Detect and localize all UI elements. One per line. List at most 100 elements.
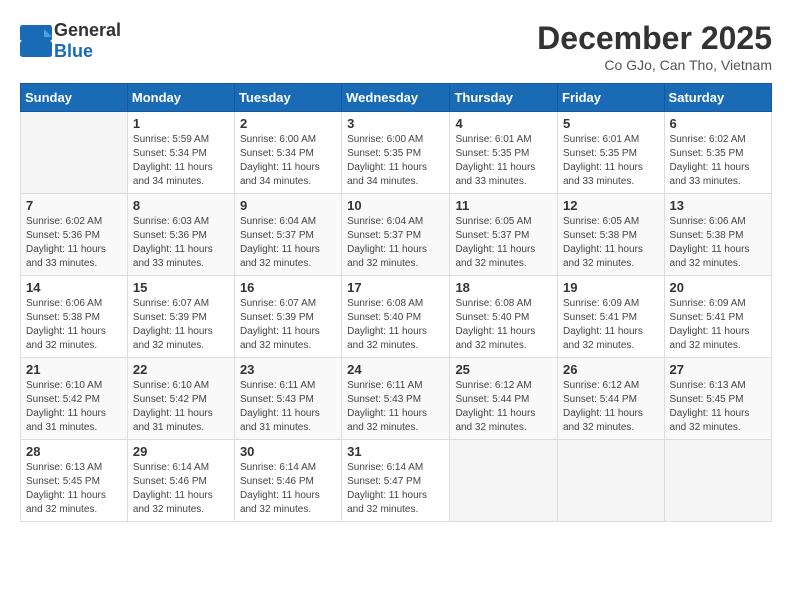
sunset-text: Sunset: 5:37 PM [347, 230, 421, 241]
calendar-header-row: Sunday Monday Tuesday Wednesday Thursday… [21, 84, 772, 112]
day-info: Sunrise: 6:01 AM Sunset: 5:35 PM Dayligh… [455, 133, 552, 189]
day-number: 24 [347, 362, 444, 377]
day-info: Sunrise: 6:08 AM Sunset: 5:40 PM Dayligh… [455, 297, 552, 353]
sunrise-text: Sunrise: 6:12 AM [455, 380, 531, 391]
logo-blue-text: Blue [54, 41, 93, 61]
day-number: 11 [455, 198, 552, 213]
sunset-text: Sunset: 5:36 PM [26, 230, 100, 241]
sunset-text: Sunset: 5:38 PM [670, 230, 744, 241]
day-info: Sunrise: 6:12 AM Sunset: 5:44 PM Dayligh… [563, 379, 659, 435]
sunrise-text: Sunrise: 6:10 AM [26, 380, 102, 391]
calendar-cell: 21 Sunrise: 6:10 AM Sunset: 5:42 PM Dayl… [21, 358, 128, 440]
sunset-text: Sunset: 5:39 PM [240, 312, 314, 323]
day-number: 27 [670, 362, 766, 377]
calendar-cell: 13 Sunrise: 6:06 AM Sunset: 5:38 PM Dayl… [664, 194, 771, 276]
daylight-text: Daylight: 11 hours and 32 minutes. [133, 490, 213, 515]
day-info: Sunrise: 6:00 AM Sunset: 5:34 PM Dayligh… [240, 133, 336, 189]
day-number: 31 [347, 444, 444, 459]
sunset-text: Sunset: 5:40 PM [455, 312, 529, 323]
calendar-cell [450, 440, 558, 522]
day-number: 22 [133, 362, 229, 377]
calendar-table: Sunday Monday Tuesday Wednesday Thursday… [20, 83, 772, 522]
sunset-text: Sunset: 5:38 PM [563, 230, 637, 241]
day-info: Sunrise: 6:09 AM Sunset: 5:41 PM Dayligh… [670, 297, 766, 353]
daylight-text: Daylight: 11 hours and 32 minutes. [240, 326, 320, 351]
daylight-text: Daylight: 11 hours and 32 minutes. [455, 244, 535, 269]
sunrise-text: Sunrise: 6:07 AM [240, 298, 316, 309]
sunrise-text: Sunrise: 6:13 AM [670, 380, 746, 391]
calendar-cell: 8 Sunrise: 6:03 AM Sunset: 5:36 PM Dayli… [127, 194, 234, 276]
day-number: 17 [347, 280, 444, 295]
daylight-text: Daylight: 11 hours and 32 minutes. [670, 244, 750, 269]
sunrise-text: Sunrise: 5:59 AM [133, 134, 209, 145]
day-number: 12 [563, 198, 659, 213]
day-number: 9 [240, 198, 336, 213]
day-info: Sunrise: 6:02 AM Sunset: 5:36 PM Dayligh… [26, 215, 122, 271]
sunset-text: Sunset: 5:42 PM [133, 394, 207, 405]
daylight-text: Daylight: 11 hours and 32 minutes. [133, 326, 213, 351]
sunrise-text: Sunrise: 6:04 AM [347, 216, 423, 227]
day-info: Sunrise: 5:59 AM Sunset: 5:34 PM Dayligh… [133, 133, 229, 189]
calendar-cell: 6 Sunrise: 6:02 AM Sunset: 5:35 PM Dayli… [664, 112, 771, 194]
sunset-text: Sunset: 5:43 PM [240, 394, 314, 405]
day-info: Sunrise: 6:06 AM Sunset: 5:38 PM Dayligh… [26, 297, 122, 353]
sunrise-text: Sunrise: 6:05 AM [455, 216, 531, 227]
daylight-text: Daylight: 11 hours and 31 minutes. [133, 408, 213, 433]
day-info: Sunrise: 6:13 AM Sunset: 5:45 PM Dayligh… [26, 461, 122, 517]
sunrise-text: Sunrise: 6:09 AM [563, 298, 639, 309]
sunrise-text: Sunrise: 6:09 AM [670, 298, 746, 309]
day-number: 7 [26, 198, 122, 213]
calendar-cell: 16 Sunrise: 6:07 AM Sunset: 5:39 PM Dayl… [234, 276, 341, 358]
calendar-cell: 27 Sunrise: 6:13 AM Sunset: 5:45 PM Dayl… [664, 358, 771, 440]
daylight-text: Daylight: 11 hours and 33 minutes. [26, 244, 106, 269]
day-info: Sunrise: 6:01 AM Sunset: 5:35 PM Dayligh… [563, 133, 659, 189]
day-number: 23 [240, 362, 336, 377]
logo-general-text: General [54, 20, 121, 40]
day-number: 19 [563, 280, 659, 295]
daylight-text: Daylight: 11 hours and 32 minutes. [563, 408, 643, 433]
daylight-text: Daylight: 11 hours and 31 minutes. [240, 408, 320, 433]
daylight-text: Daylight: 11 hours and 32 minutes. [670, 408, 750, 433]
calendar-cell: 23 Sunrise: 6:11 AM Sunset: 5:43 PM Dayl… [234, 358, 341, 440]
calendar-cell: 2 Sunrise: 6:00 AM Sunset: 5:34 PM Dayli… [234, 112, 341, 194]
sunrise-text: Sunrise: 6:14 AM [240, 462, 316, 473]
sunrise-text: Sunrise: 6:06 AM [26, 298, 102, 309]
sunrise-text: Sunrise: 6:00 AM [347, 134, 423, 145]
day-info: Sunrise: 6:06 AM Sunset: 5:38 PM Dayligh… [670, 215, 766, 271]
calendar-cell: 11 Sunrise: 6:05 AM Sunset: 5:37 PM Dayl… [450, 194, 558, 276]
day-info: Sunrise: 6:05 AM Sunset: 5:38 PM Dayligh… [563, 215, 659, 271]
day-info: Sunrise: 6:02 AM Sunset: 5:35 PM Dayligh… [670, 133, 766, 189]
daylight-text: Daylight: 11 hours and 33 minutes. [133, 244, 213, 269]
month-title: December 2025 [537, 20, 772, 57]
day-info: Sunrise: 6:08 AM Sunset: 5:40 PM Dayligh… [347, 297, 444, 353]
calendar-cell: 7 Sunrise: 6:02 AM Sunset: 5:36 PM Dayli… [21, 194, 128, 276]
calendar-cell: 30 Sunrise: 6:14 AM Sunset: 5:46 PM Dayl… [234, 440, 341, 522]
sunset-text: Sunset: 5:43 PM [347, 394, 421, 405]
sunset-text: Sunset: 5:36 PM [133, 230, 207, 241]
day-number: 28 [26, 444, 122, 459]
calendar-cell: 10 Sunrise: 6:04 AM Sunset: 5:37 PM Dayl… [342, 194, 450, 276]
sunset-text: Sunset: 5:41 PM [670, 312, 744, 323]
logo-icon [20, 25, 52, 57]
day-info: Sunrise: 6:09 AM Sunset: 5:41 PM Dayligh… [563, 297, 659, 353]
sunrise-text: Sunrise: 6:02 AM [26, 216, 102, 227]
daylight-text: Daylight: 11 hours and 33 minutes. [670, 162, 750, 187]
day-number: 15 [133, 280, 229, 295]
daylight-text: Daylight: 11 hours and 32 minutes. [240, 244, 320, 269]
daylight-text: Daylight: 11 hours and 32 minutes. [455, 408, 535, 433]
calendar-cell: 24 Sunrise: 6:11 AM Sunset: 5:43 PM Dayl… [342, 358, 450, 440]
day-number: 4 [455, 116, 552, 131]
day-info: Sunrise: 6:03 AM Sunset: 5:36 PM Dayligh… [133, 215, 229, 271]
sunrise-text: Sunrise: 6:07 AM [133, 298, 209, 309]
col-friday: Friday [558, 84, 665, 112]
calendar-week-row: 1 Sunrise: 5:59 AM Sunset: 5:34 PM Dayli… [21, 112, 772, 194]
day-number: 1 [133, 116, 229, 131]
sunrise-text: Sunrise: 6:01 AM [455, 134, 531, 145]
sunset-text: Sunset: 5:35 PM [563, 148, 637, 159]
sunrise-text: Sunrise: 6:14 AM [347, 462, 423, 473]
col-wednesday: Wednesday [342, 84, 450, 112]
calendar-week-row: 28 Sunrise: 6:13 AM Sunset: 5:45 PM Dayl… [21, 440, 772, 522]
sunset-text: Sunset: 5:37 PM [240, 230, 314, 241]
sunrise-text: Sunrise: 6:08 AM [455, 298, 531, 309]
sunset-text: Sunset: 5:34 PM [240, 148, 314, 159]
